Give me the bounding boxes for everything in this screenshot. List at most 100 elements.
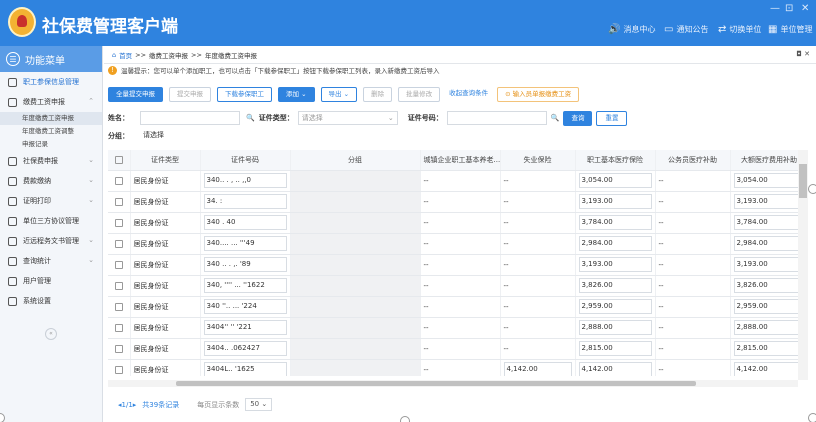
table-row[interactable]: 居民身份证 340 .. . ,. '89 -- -- 3,193.00 -- 3,193.…	[108, 254, 802, 276]
delete-button[interactable]: 删除	[363, 86, 393, 102]
table-cell[interactable]: --	[500, 212, 576, 234]
table-row[interactable]: 居民身份证34. :----3,193.00--3,193.00--	[108, 191, 802, 213]
table-cell[interactable]: --	[655, 254, 731, 276]
table-row[interactable]: 居民身份证 340 ''.. ... '224 -- -- 2,959.00 -- 2,95…	[108, 296, 802, 318]
export-dropdown-button[interactable]: 导出 ⌄	[320, 86, 358, 102]
notice-link[interactable]: ▭ 通知公告	[664, 24, 708, 35]
col-header[interactable]: 失业保险	[500, 150, 576, 171]
row-checkbox[interactable]	[108, 359, 131, 376]
maximize-icon[interactable]: ⊡	[785, 3, 793, 14]
close-icon[interactable]: ✕	[801, 3, 809, 14]
table-cell[interactable]: 2,888.00	[575, 317, 656, 339]
table-row[interactable]: 居民身份证 340, '''' ... ''1622 -- -- 3,826.00 -- 3…	[108, 275, 802, 297]
unit-manage-link[interactable]: ▦ 单位管理	[768, 24, 812, 35]
close-tab-icon[interactable]: ◘ ✕	[796, 50, 810, 58]
row-checkbox[interactable]	[108, 338, 131, 360]
table-cell[interactable]: --	[500, 170, 576, 192]
table-row[interactable]: 居民身份证 3404.. .062427 -- -- 2,815.00 -- 2,815.0…	[108, 338, 802, 360]
col-header[interactable]: 职工基本医疗保险	[575, 150, 656, 171]
table-cell[interactable]: --	[655, 359, 731, 376]
row-checkbox[interactable]	[108, 191, 131, 213]
select-all-checkbox[interactable]	[108, 150, 131, 171]
table-row[interactable]: 居民身份证 340.. . , .. ,,0 -- -- 3,054.00 -- 3,054…	[108, 170, 802, 192]
name-input[interactable]	[140, 111, 240, 125]
per-page-select[interactable]: 50 ⌄	[245, 398, 273, 411]
submit-declare-button[interactable]: 提交申报	[169, 86, 211, 102]
table-cell[interactable]: --	[655, 275, 731, 297]
sidebar-item-documents[interactable]: 近远程务文书管理 ⌄	[0, 231, 102, 251]
table-cell[interactable]: --	[500, 296, 576, 318]
table-row[interactable]: 居民身份证340 . 40----3,784.00--3,784.00--	[108, 212, 802, 234]
table-cell[interactable]: 2,815.00	[730, 338, 802, 360]
vertical-scrollbar[interactable]	[798, 150, 808, 380]
add-dropdown-button[interactable]: 添加 ⌄	[278, 86, 315, 102]
table-cell[interactable]: --	[500, 338, 576, 360]
table-cell[interactable]: 3,193.00	[730, 191, 802, 213]
table-cell[interactable]: --	[655, 191, 731, 213]
table-cell[interactable]: 2,984.00	[730, 233, 802, 255]
table-cell[interactable]: --	[500, 191, 576, 213]
page-nav[interactable]: ◂1/1▸	[118, 401, 136, 409]
horizontal-scrollbar[interactable]	[108, 380, 798, 387]
table-cell[interactable]: 4,142.00	[500, 359, 576, 376]
col-header[interactable]: 大额医疗费用补助	[730, 150, 802, 171]
col-header[interactable]: 城镇企业职工基本养老...	[420, 150, 501, 171]
table-cell[interactable]: --	[655, 233, 731, 255]
id-type-select[interactable]: 请选择 ⌄	[297, 111, 398, 125]
table-cell[interactable]: --	[500, 317, 576, 339]
col-header[interactable]: 公务员医疗补助	[655, 150, 731, 171]
table-cell[interactable]: 4,142.00	[575, 359, 656, 376]
table-cell[interactable]: 2,959.00	[575, 296, 656, 318]
row-checkbox[interactable]	[108, 254, 131, 276]
table-cell[interactable]: 3,193.00	[730, 254, 802, 276]
id-no-input[interactable]	[446, 111, 547, 125]
sidebar-item-wage-declare[interactable]: 缴费工资申报 ⌃	[0, 92, 102, 112]
table-cell[interactable]: 3,784.00	[730, 212, 802, 234]
table-cell[interactable]: 3,193.00	[575, 191, 656, 213]
sidebar-item-users[interactable]: 用户管理	[0, 271, 102, 291]
minimize-icon[interactable]: —	[770, 3, 780, 14]
table-cell[interactable]: --	[500, 233, 576, 255]
table-cell[interactable]: --	[655, 212, 731, 234]
row-checkbox[interactable]	[108, 296, 131, 318]
breadcrumb-home[interactable]: 首页	[119, 50, 132, 60]
sidebar-item-payment[interactable]: 费款缴纳 ⌄	[0, 171, 102, 191]
table-cell[interactable]: --	[500, 254, 576, 276]
row-checkbox[interactable]	[108, 317, 131, 339]
sidebar-subitem-annual-declare[interactable]: 年度缴费工资申报	[0, 112, 102, 125]
submit-all-button[interactable]: 全量提交申报	[108, 86, 163, 102]
row-checkbox[interactable]	[108, 212, 131, 234]
sidebar-item-settings[interactable]: 系统设置	[0, 291, 102, 311]
table-cell[interactable]: 2,984.00	[575, 233, 656, 255]
table-cell[interactable]: 2,815.00	[575, 338, 656, 360]
row-checkbox[interactable]	[108, 275, 131, 297]
table-cell[interactable]: --	[655, 317, 731, 339]
single-declare-button[interactable]: ⊙ 输入员单报缴费工资	[497, 86, 580, 102]
col-header[interactable]: 证件号码	[200, 150, 291, 171]
search-button[interactable]: 查询	[563, 110, 593, 126]
resize-handle[interactable]	[808, 413, 816, 422]
table-cell[interactable]: 3,784.00	[575, 212, 656, 234]
switch-unit-link[interactable]: ⇄ 切换单位	[718, 24, 761, 35]
group-select[interactable]: 请选择	[140, 129, 240, 143]
table-cell[interactable]: 2,888.00	[730, 317, 802, 339]
table-cell[interactable]: --	[500, 275, 576, 297]
table-cell[interactable]: --	[655, 338, 731, 360]
col-header[interactable]: 分组	[290, 150, 421, 171]
table-row[interactable]: 居民身份证 3404'' '' '221 -- -- 2,888.00 -- 2,888.0…	[108, 317, 802, 339]
table-cell[interactable]: 3,054.00	[730, 170, 802, 192]
reset-button[interactable]: 重置	[596, 110, 628, 126]
table-cell[interactable]: 3,826.00	[575, 275, 656, 297]
resize-handle[interactable]	[808, 184, 816, 194]
table-row[interactable]: 居民身份证 340.... ... '''49 -- -- 2,984.00 -- 2,98…	[108, 233, 802, 255]
table-cell[interactable]: --	[655, 296, 731, 318]
message-center[interactable]: 🔊 消息中心	[608, 24, 655, 35]
table-cell[interactable]: 3,826.00	[730, 275, 802, 297]
sidebar-subitem-records[interactable]: 申报记录	[0, 138, 102, 151]
col-header[interactable]: 证件类型	[130, 150, 201, 171]
table-cell[interactable]: 4,142.00	[730, 359, 802, 376]
row-checkbox[interactable]	[108, 233, 131, 255]
table-cell[interactable]: --	[655, 170, 731, 192]
table-cell[interactable]: 2,959.00	[730, 296, 802, 318]
collapse-sidebar-button[interactable]: «	[45, 328, 57, 340]
